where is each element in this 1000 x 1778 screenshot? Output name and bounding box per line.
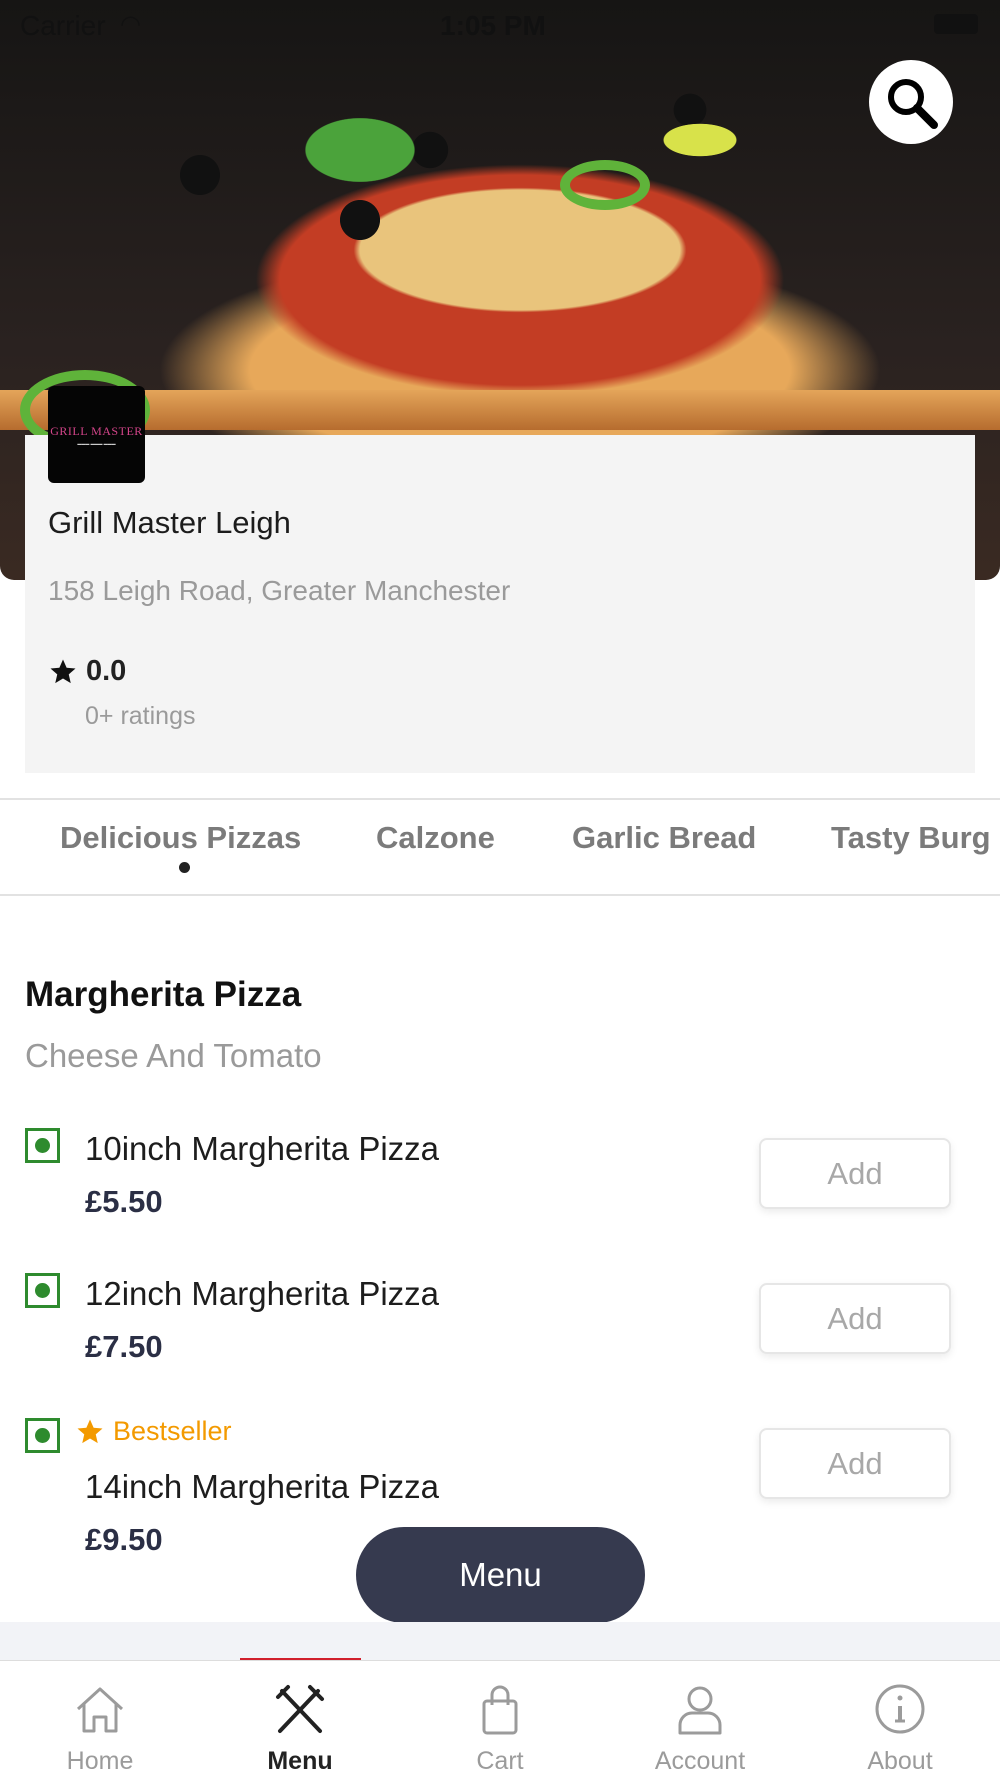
content-footer-strip [0, 1622, 1000, 1660]
nav-label: Cart [476, 1747, 524, 1775]
search-icon [888, 79, 938, 129]
logo-text: GRILL MASTER [50, 423, 143, 438]
bestseller-star-icon [77, 1419, 103, 1443]
bottom-navigation: Home Menu Cart Account About [0, 1660, 1000, 1778]
menu-floating-button[interactable]: Menu [356, 1527, 645, 1623]
rating-value: 0.0 [86, 655, 127, 687]
category-tabs: Delicious Pizzas Calzone Garlic Bread Ta… [0, 798, 1000, 896]
restaurant-logo: GRILL MASTER ▬▬▬ ▬▬▬ ▬▬▬ [48, 386, 145, 483]
user-icon [678, 1686, 722, 1735]
active-tab-indicator [179, 862, 190, 873]
nav-label: About [867, 1747, 933, 1775]
nav-item-about[interactable]: About [800, 1661, 1000, 1778]
cutlery-icon [276, 1685, 324, 1733]
veg-icon [25, 1418, 60, 1453]
section-title: Margherita Pizza [25, 975, 302, 1014]
logo-tagline-mark: ▬▬▬ ▬▬▬ ▬▬▬ [77, 440, 116, 446]
bestseller-badge: Bestseller [75, 1416, 232, 1447]
star-icon [50, 659, 76, 683]
tab-garlic-bread[interactable]: Garlic Bread [572, 820, 756, 856]
tab-calzone[interactable]: Calzone [376, 820, 495, 856]
nav-label: Account [654, 1747, 746, 1775]
search-button[interactable] [869, 60, 953, 144]
shopping-bag-icon [482, 1685, 518, 1735]
veg-icon [25, 1273, 60, 1308]
status-bar: Carrier ◠ 1:05 PM [0, 0, 1000, 50]
nav-label: Menu [267, 1747, 333, 1775]
section-subtitle: Cheese And Tomato [25, 1037, 322, 1074]
bestseller-label: Bestseller [113, 1416, 232, 1446]
item-name: 14inch Margherita Pizza [85, 1468, 440, 1505]
nav-item-menu[interactable]: Menu [200, 1661, 400, 1778]
battery-icon [934, 14, 978, 34]
add-button[interactable]: Add [759, 1283, 951, 1354]
carrier-label: Carrier [20, 10, 106, 41]
item-name: 12inch Margherita Pizza [85, 1275, 440, 1312]
nav-label: Home [66, 1747, 134, 1775]
wifi-icon: ◠ [120, 11, 141, 38]
item-price: £7.50 [85, 1329, 163, 1364]
pepper-ring [560, 160, 650, 210]
rating-count: 0+ ratings [85, 702, 196, 730]
item-price: £9.50 [85, 1522, 163, 1557]
restaurant-name: Grill Master Leigh [48, 505, 291, 540]
home-icon [76, 1687, 124, 1733]
pizza-crust [0, 390, 1000, 430]
tab-tasty-burgers[interactable]: Tasty Burg [831, 820, 991, 856]
add-button[interactable]: Add [759, 1428, 951, 1499]
item-name: 10inch Margherita Pizza [85, 1130, 440, 1167]
veg-icon [25, 1128, 60, 1163]
info-icon [875, 1684, 925, 1734]
nav-item-cart[interactable]: Cart [400, 1661, 600, 1778]
rating-row: 0.0 [48, 655, 126, 688]
nav-item-home[interactable]: Home [0, 1661, 200, 1778]
add-button[interactable]: Add [759, 1138, 951, 1209]
status-time: 1:05 PM [440, 10, 546, 41]
item-price: £5.50 [85, 1184, 163, 1219]
nav-item-account[interactable]: Account [600, 1661, 800, 1778]
tab-delicious-pizzas[interactable]: Delicious Pizzas [60, 820, 301, 856]
restaurant-address: 158 Leigh Road, Greater Manchester [48, 575, 511, 606]
